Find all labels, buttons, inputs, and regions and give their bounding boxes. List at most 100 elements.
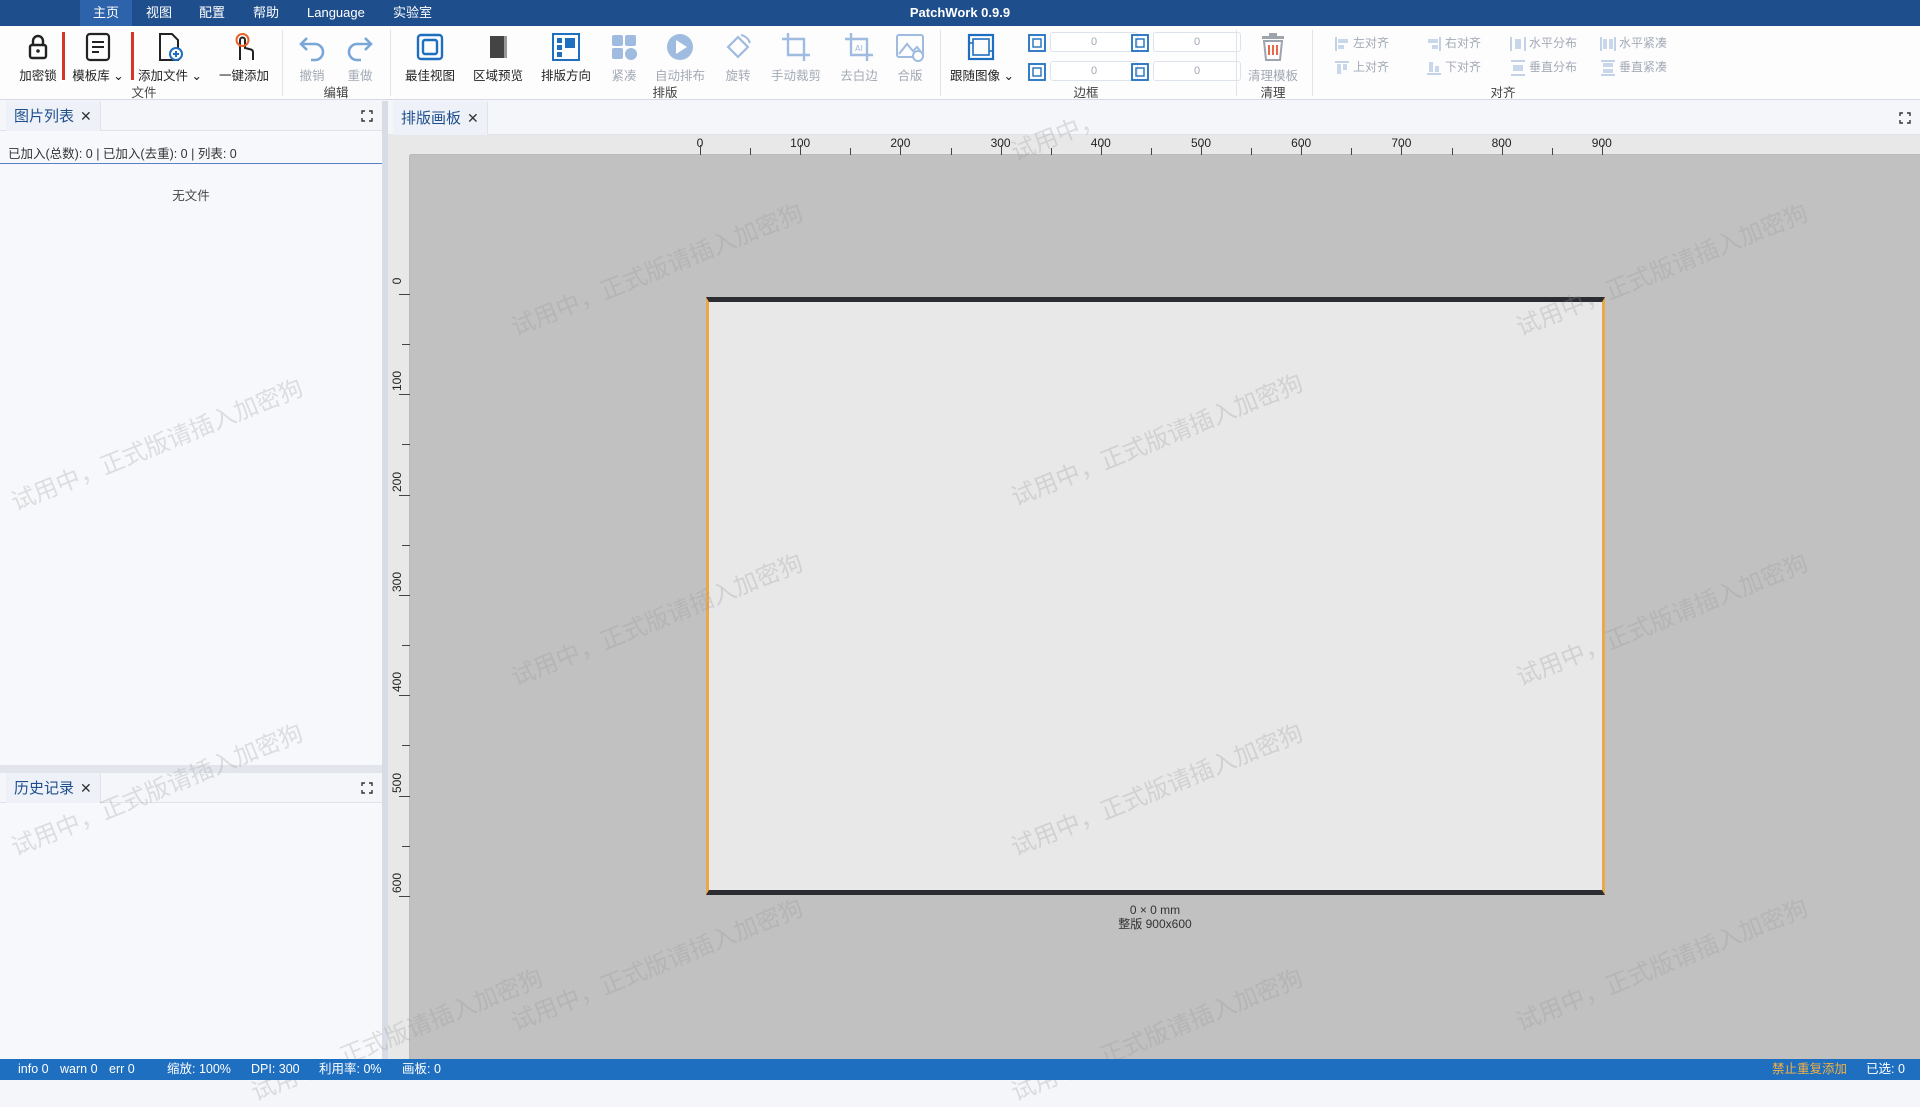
h-ruler-tick (1201, 145, 1202, 155)
v-distribute-button[interactable]: 垂直分布 (1510, 57, 1577, 77)
lock-label: 加密锁 (19, 69, 57, 83)
align-left-button[interactable]: 左对齐 (1334, 33, 1389, 53)
status-err: err 0 (109, 1062, 135, 1076)
empty-file-text: 无文件 (172, 189, 210, 203)
divider (0, 163, 382, 164)
manual-crop-button[interactable]: 手动裁剪 (768, 30, 824, 86)
undo-button[interactable]: 撤销 (292, 30, 332, 86)
region-preview-label: 区域预览 (472, 69, 523, 83)
region-preview-icon (490, 36, 507, 58)
layout-sheet[interactable] (706, 297, 1605, 895)
canvas-header: 排版画板 ✕ (388, 101, 1920, 135)
h-distribute-icon (1510, 36, 1526, 51)
border-left-input[interactable]: 0 (1153, 61, 1241, 81)
redo-button[interactable]: 重做 (340, 30, 380, 86)
h-ruler-tick (1601, 145, 1603, 155)
border-top-icon (1028, 34, 1046, 52)
v-ruler-tick (402, 645, 410, 647)
lock-button[interactable]: 加密锁 (16, 30, 60, 86)
compact-button[interactable]: 紧凑 (604, 30, 644, 86)
v-ruler-tick (402, 544, 410, 546)
layout-direction-button[interactable]: 排版方向 (538, 30, 594, 86)
title-bar: 主页 视图 配置 帮助 Language 实验室 PatchWork 0.9.9 (0, 0, 1920, 26)
h-ruler-tick (750, 148, 752, 155)
v-ruler-tick (402, 745, 410, 747)
v-ruler-label: 300 (390, 571, 404, 592)
merge-button[interactable]: 合版 (890, 30, 930, 86)
align-bottom-button[interactable]: 下对齐 (1426, 57, 1481, 77)
tab-image-list[interactable]: 图片列表 ✕ (6, 101, 101, 131)
h-ruler-tick (1301, 145, 1303, 155)
menu-lab[interactable]: 实验室 (380, 0, 445, 26)
align-top-button[interactable]: 上对齐 (1334, 57, 1389, 77)
tab-canvas[interactable]: 排版画板 ✕ (393, 101, 488, 135)
border-top-input[interactable]: 0 (1050, 32, 1138, 52)
v-ruler-tick (402, 444, 410, 446)
expand-icon[interactable] (360, 109, 374, 123)
expand-icon[interactable] (1898, 111, 1912, 125)
crop-icon (782, 33, 810, 61)
menu-home[interactable]: 主页 (80, 0, 133, 26)
align-right-button[interactable]: 右对齐 (1426, 33, 1481, 53)
v-ruler-label: 500 (390, 772, 404, 793)
expand-icon[interactable] (360, 781, 374, 795)
close-icon[interactable]: ✕ (80, 780, 92, 796)
v-ruler-label: 0 (390, 277, 404, 285)
layout-direction-icon (552, 33, 580, 61)
region-preview-button[interactable]: 区域预览 (470, 30, 526, 86)
separator-red (131, 32, 134, 80)
h-ruler-tick (1251, 148, 1253, 155)
h-ruler-tick (900, 145, 902, 155)
add-file-button[interactable]: 添加文件 ⌄ (138, 30, 202, 86)
h-ruler-tick (1150, 148, 1152, 155)
menu-help[interactable]: 帮助 (240, 0, 292, 26)
h-distribute-button[interactable]: 水平分布 (1510, 33, 1577, 53)
h-ruler-tick (1100, 145, 1102, 155)
h-ruler-tick (1551, 148, 1553, 155)
best-view-label: 最佳视图 (404, 69, 455, 83)
template-doc-icon (85, 32, 111, 62)
border-right-icon (1131, 34, 1149, 52)
v-distribute-icon (1511, 60, 1525, 76)
horizontal-ruler: 0 100 200 300 400 500 600 700 800 900 (410, 135, 1920, 155)
status-no-duplicate[interactable]: 禁止重复添加 (1772, 1059, 1847, 1080)
v-ruler-tick (399, 695, 410, 697)
template-library-button[interactable]: 模板库 ⌄ (72, 30, 124, 86)
h-compact-button[interactable]: 水平紧凑 (1600, 33, 1667, 53)
group-file-label: 文件 (131, 86, 157, 100)
image-count-status: 已加入(总数): 0 | 已加入(去重): 0 | 列表: 0 (8, 147, 237, 161)
panel-splitter[interactable] (0, 765, 382, 773)
play-icon (667, 34, 693, 60)
v-ruler-tick (402, 344, 410, 346)
tab-history[interactable]: 历史记录 ✕ (6, 773, 101, 803)
group-separator (390, 30, 391, 96)
close-icon[interactable]: ✕ (80, 108, 92, 124)
layout-direction-label: 排版方向 (540, 69, 591, 83)
merge-label: 合版 (897, 69, 923, 83)
status-boards: 画板: 0 (402, 1062, 441, 1076)
follow-image-icon (967, 33, 995, 61)
trim-white-button[interactable]: AI 去白边 (836, 30, 882, 86)
align-top-icon (1335, 61, 1349, 74)
v-compact-button[interactable]: 垂直紧凑 (1600, 57, 1667, 77)
close-icon[interactable]: ✕ (467, 110, 479, 126)
rotate-button[interactable]: 旋转 (718, 30, 758, 86)
redo-icon (347, 37, 373, 62)
fit-view-icon (416, 33, 444, 61)
border-right-input[interactable]: 0 (1153, 32, 1241, 52)
v-ruler-label: 100 (390, 371, 404, 392)
manual-crop-label: 手动裁剪 (770, 69, 821, 83)
h-compact-icon (1600, 36, 1616, 51)
border-bottom-input[interactable]: 0 (1050, 61, 1138, 81)
ruler-corner (388, 135, 410, 155)
menu-view[interactable]: 视图 (133, 0, 185, 26)
v-ruler-tick (399, 795, 410, 797)
auto-layout-button[interactable]: 自动排布 (652, 30, 708, 86)
one-click-add-button[interactable]: 一键添加 (215, 30, 273, 86)
menu-config[interactable]: 配置 (186, 0, 238, 26)
menu-language[interactable]: Language (294, 0, 378, 26)
follow-image-button[interactable]: 跟随图像 ⌄ (950, 30, 1014, 86)
merge-image-icon (896, 34, 924, 62)
clear-template-button[interactable]: 清理模板 (1244, 30, 1302, 86)
best-view-button[interactable]: 最佳视图 (402, 30, 458, 86)
